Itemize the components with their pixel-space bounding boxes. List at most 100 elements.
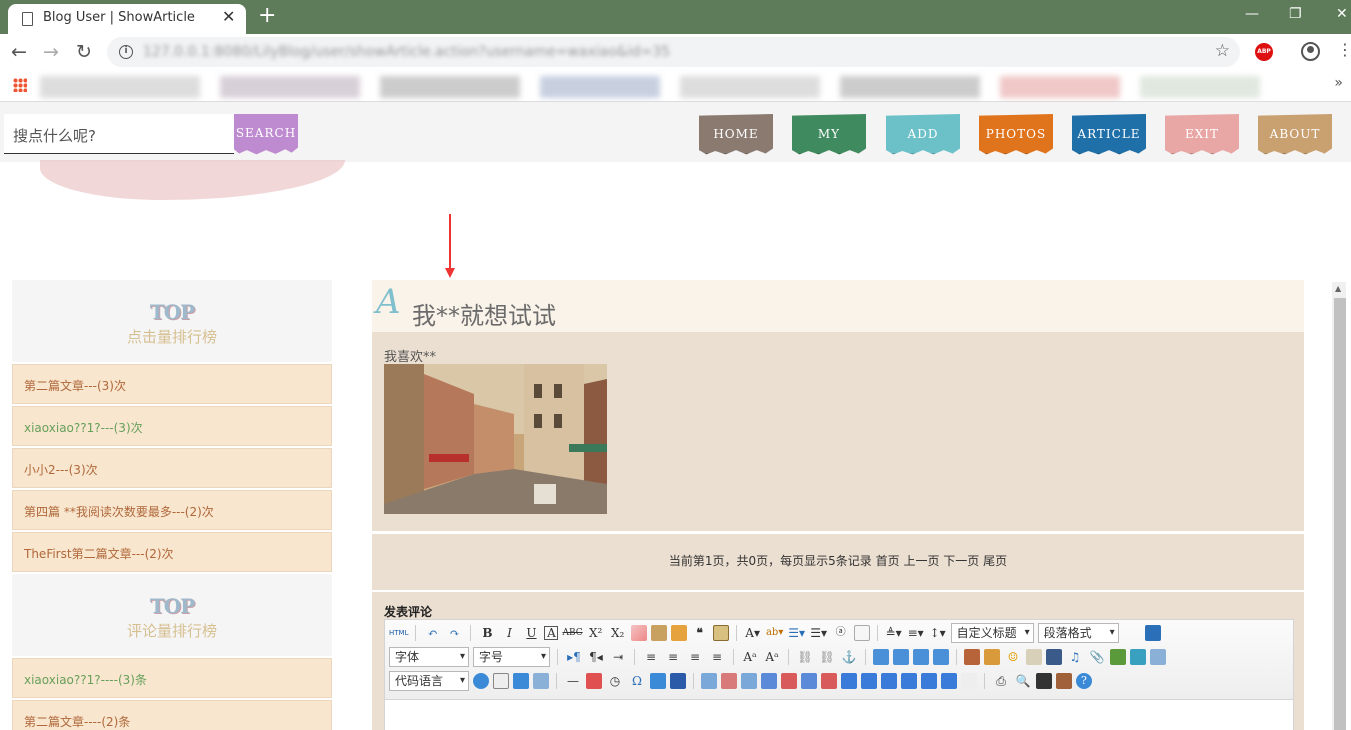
rank-list-item[interactable]: 第二篇文章---(3)次 — [12, 364, 332, 404]
strikethrough-icon[interactable]: ABC — [562, 624, 582, 642]
insert-col-icon[interactable] — [801, 673, 817, 689]
unlink-icon[interactable]: ⛓ — [818, 648, 836, 666]
horizontal-rule-icon[interactable]: — — [564, 672, 582, 690]
rank-list-item[interactable]: TheFirst第二篇文章---(2)次 — [12, 532, 332, 572]
insert-table-icon[interactable] — [701, 673, 717, 689]
pagination[interactable]: 当前第1页，共0页，每页显示5条记录 首页 上一页 下一页 尾页 — [372, 534, 1304, 590]
address-bar[interactable]: i 127.0.0.1:8080/LilyBlog/user/showArtic… — [107, 37, 1240, 67]
insert-paragraph-icon[interactable] — [741, 673, 757, 689]
bookmark-star-icon[interactable]: ☆ — [1215, 41, 1230, 61]
image-left-icon[interactable] — [893, 649, 909, 665]
delete-row-icon[interactable] — [781, 673, 797, 689]
nav-about-me-button[interactable]: ABOUT ME — [1258, 114, 1332, 155]
back-button[interactable]: ← — [11, 40, 27, 64]
multi-image-icon[interactable] — [984, 649, 1000, 665]
bold-button[interactable]: B — [478, 624, 496, 642]
rank-list-item[interactable]: 第四篇 **我阅读次数要最多---(2)次 — [12, 490, 332, 530]
word-image-icon[interactable] — [670, 673, 686, 689]
bookmarks-more-icon[interactable]: » — [1334, 75, 1343, 91]
bookmark-item[interactable] — [40, 76, 200, 98]
align-left-icon[interactable]: ≡ — [642, 648, 660, 666]
bookmark-item[interactable] — [680, 76, 820, 98]
select-all-icon[interactable]: ⓐ — [832, 624, 850, 642]
image-none-icon[interactable] — [873, 649, 889, 665]
font-border-icon[interactable]: A — [544, 626, 559, 640]
row-spacing-bottom-icon[interactable]: ≡▾ — [907, 624, 925, 642]
bookmark-item[interactable] — [540, 76, 660, 98]
search-button[interactable]: SEARCH — [234, 114, 298, 155]
highlight-icon[interactable]: ab▾ — [766, 624, 784, 642]
scrollbar[interactable]: ▲ — [1332, 282, 1346, 730]
custom-title-select[interactable]: 自定义标题 — [950, 623, 1034, 643]
font-size-select[interactable]: 字号 — [473, 647, 550, 667]
attachment-icon[interactable]: 📎 — [1088, 648, 1106, 666]
superscript-icon[interactable]: X² — [587, 624, 605, 642]
scroll-thumb[interactable] — [1334, 298, 1346, 730]
eraser-icon[interactable] — [630, 625, 647, 641]
merge-cells-icon[interactable] — [841, 673, 857, 689]
template-icon[interactable] — [513, 673, 529, 689]
help-icon[interactable]: ? — [1076, 673, 1092, 689]
date-icon[interactable] — [586, 673, 602, 689]
align-justify-icon[interactable]: ≡ — [708, 648, 726, 666]
bookmark-item[interactable] — [1140, 76, 1260, 98]
adblock-icon[interactable]: ABP — [1255, 43, 1273, 61]
forward-button[interactable]: → — [43, 40, 59, 64]
print-icon[interactable]: ⎙ — [992, 672, 1010, 690]
paste-icon[interactable] — [712, 625, 729, 641]
search-replace-icon[interactable] — [650, 673, 666, 689]
bookmark-item[interactable] — [380, 76, 520, 98]
nav-exit-button[interactable]: EXIT — [1165, 114, 1239, 155]
editor-content-area[interactable] — [385, 700, 1293, 730]
lowercase-icon[interactable]: Aᵃ — [763, 648, 781, 666]
emotion-icon[interactable]: ☺ — [1004, 648, 1022, 666]
clear-doc-icon[interactable] — [853, 625, 870, 641]
split-cols-icon[interactable] — [941, 673, 957, 689]
info-icon[interactable]: i — [119, 45, 133, 59]
reload-button[interactable]: ↻ — [76, 40, 92, 64]
restore-button[interactable]: ❐ — [1289, 4, 1302, 24]
bookmark-item[interactable] — [220, 76, 360, 98]
music-icon[interactable]: ♫ — [1066, 648, 1084, 666]
indent-icon[interactable]: ⇥ — [609, 648, 627, 666]
new-tab-button[interactable]: + — [258, 4, 276, 28]
code-language-select[interactable]: 代码语言 — [389, 671, 469, 691]
rich-text-editor[interactable]: HTML ↶ ↷ B I U A ABC X² X₂ ❝ A▾ ab▾ ☰▾ ☰… — [384, 619, 1294, 730]
unordered-list-icon[interactable]: ☰▾ — [810, 624, 828, 642]
profile-icon[interactable] — [1301, 42, 1320, 61]
search-input[interactable]: 搜点什么呢? — [4, 114, 234, 154]
nav-my-blogs-button[interactable]: MY BLOGS — [792, 114, 866, 155]
time-icon[interactable]: ◷ — [606, 672, 624, 690]
insert-row-icon[interactable] — [761, 673, 777, 689]
align-right-icon[interactable]: ≡ — [686, 648, 704, 666]
insert-video-icon[interactable] — [1046, 649, 1062, 665]
scrawl-icon[interactable] — [1026, 649, 1042, 665]
html-source-button[interactable]: HTML — [389, 624, 408, 642]
delete-col-icon[interactable] — [821, 673, 837, 689]
nav-home-button[interactable]: HOME — [699, 114, 773, 155]
special-char-icon[interactable]: Ω — [628, 672, 646, 690]
link-icon[interactable]: ⛓ — [796, 648, 814, 666]
blockquote-icon[interactable]: ❝ — [691, 624, 709, 642]
uppercase-icon[interactable]: Aᵃ — [741, 648, 759, 666]
anchor-icon[interactable]: ⚓ — [840, 648, 858, 666]
insert-image-icon[interactable] — [964, 649, 980, 665]
browser-tab[interactable]: Blog User | ShowArticle ✕ — [8, 4, 246, 34]
web-app-icon[interactable] — [473, 673, 489, 689]
merge-right-icon[interactable] — [861, 673, 877, 689]
page-break-icon[interactable] — [493, 673, 509, 689]
rtl-icon[interactable]: ¶◂ — [587, 648, 605, 666]
map-icon[interactable] — [1110, 649, 1126, 665]
rank-list-item[interactable]: 小小2---(3)次 — [12, 448, 332, 488]
split-rows-icon[interactable] — [921, 673, 937, 689]
paragraph-format-select[interactable]: 段落格式 — [1037, 623, 1119, 643]
italic-button[interactable]: I — [500, 624, 518, 642]
menu-icon[interactable]: ⋮ — [1337, 40, 1351, 59]
rank-list-item[interactable]: xiaoxiao??1?----(3)条 — [12, 658, 332, 698]
font-color-icon[interactable]: A▾ — [744, 624, 762, 642]
drafts-icon[interactable] — [1056, 673, 1072, 689]
preview-icon[interactable]: 🔍 — [1014, 672, 1032, 690]
rank-list-item[interactable]: xiaoxiao??1?---(3)次 — [12, 406, 332, 446]
ordered-list-icon[interactable]: ☰▾ — [788, 624, 806, 642]
image-center-icon[interactable] — [933, 649, 949, 665]
